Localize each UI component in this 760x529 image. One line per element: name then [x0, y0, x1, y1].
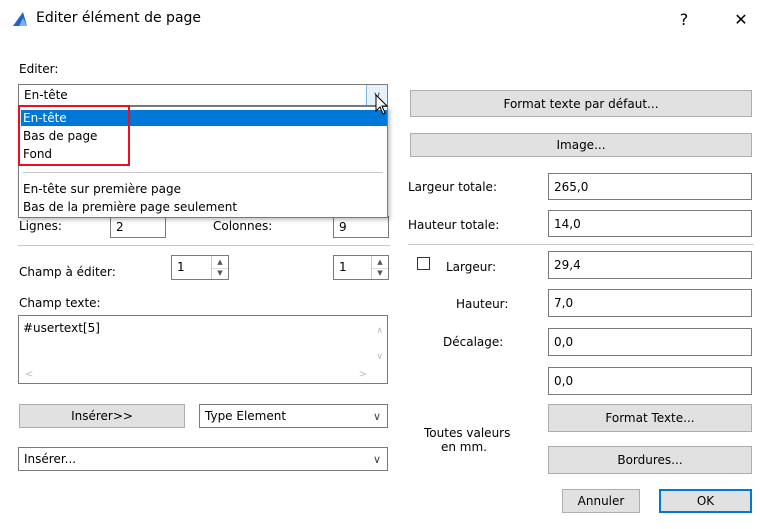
right-divider	[408, 244, 754, 245]
lignes-label: Lignes:	[19, 219, 62, 233]
spinner-2-value: 1	[339, 260, 347, 274]
inserer-select-value: Insérer...	[24, 452, 77, 466]
colonnes-input[interactable]: 9	[333, 216, 389, 238]
help-button[interactable]: ?	[670, 6, 698, 34]
app-icon	[13, 12, 27, 26]
champ-editer-spinner-2[interactable]: 1 ▲ ▼	[333, 255, 389, 280]
image-button[interactable]: Image...	[410, 133, 752, 157]
scroll-down-icon[interactable]: ∨	[376, 352, 383, 362]
editer-select-value: En-tête	[24, 88, 68, 102]
scroll-left-icon[interactable]: <	[25, 369, 33, 380]
dropdown-item-bas-premiere[interactable]: Bas de la première page seulement	[21, 199, 237, 215]
mouse-cursor-icon	[375, 94, 389, 115]
champ-texte-value: #usertext[5]	[23, 321, 100, 335]
spinner-down-icon[interactable]: ▼	[212, 268, 228, 280]
spinner-1-arrows: ▲ ▼	[211, 256, 228, 279]
decalage-label: Décalage:	[443, 335, 504, 349]
spinner-1-value: 1	[177, 260, 185, 274]
champ-editer-label: Champ à éditer:	[19, 265, 116, 279]
left-divider	[18, 245, 390, 246]
hauteur-totale-input[interactable]: 14,0	[548, 210, 752, 237]
colonnes-label: Colonnes:	[213, 219, 273, 233]
annuler-button[interactable]: Annuler	[562, 489, 640, 513]
dropdown-separator	[23, 172, 383, 173]
spinner-down-icon[interactable]: ▼	[372, 268, 388, 280]
chevron-down-icon: ∨	[372, 452, 382, 466]
type-element-select[interactable]: Type Element ∨	[199, 404, 388, 428]
chevron-down-icon: ∨	[372, 409, 382, 423]
champ-editer-spinner-1[interactable]: 1 ▲ ▼	[171, 255, 229, 280]
scroll-right-icon[interactable]: >	[359, 369, 367, 380]
lignes-input[interactable]: 2	[110, 216, 166, 238]
units-note-line1: Toutes valeurs	[424, 426, 511, 440]
ok-button[interactable]: OK	[659, 489, 752, 513]
window-title: Editer élément de page	[36, 10, 202, 26]
champ-texte-textarea[interactable]: #usertext[5] ∧ ∨ < >	[18, 315, 388, 384]
largeur-totale-label: Largeur totale:	[408, 180, 497, 194]
close-icon[interactable]: ✕	[727, 6, 755, 34]
dropdown-item-en-tete-premiere[interactable]: En-tête sur première page	[21, 181, 181, 197]
units-note-line2: en mm.	[441, 440, 487, 454]
scroll-up-icon[interactable]: ∧	[376, 326, 383, 336]
inserer-button[interactable]: Insérer>>	[19, 404, 185, 428]
editer-label: Editer:	[19, 62, 59, 76]
inserer-select[interactable]: Insérer... ∨	[18, 447, 388, 471]
type-element-value: Type Element	[205, 409, 287, 423]
hauteur-input[interactable]: 7,0	[548, 289, 752, 317]
bordures-button[interactable]: Bordures...	[548, 446, 752, 474]
largeur-checkbox[interactable]	[417, 257, 430, 270]
extra-value-input[interactable]: 0,0	[548, 367, 752, 395]
hauteur-label: Hauteur:	[456, 297, 509, 311]
largeur-input[interactable]: 29,4	[548, 251, 752, 279]
editer-select[interactable]: En-tête ∨	[18, 84, 388, 106]
highlight-box	[18, 105, 130, 166]
largeur-totale-input[interactable]: 265,0	[548, 173, 752, 200]
hauteur-totale-label: Hauteur totale:	[408, 218, 500, 232]
format-defaut-button[interactable]: Format texte par défaut...	[410, 90, 752, 117]
spinner-2-arrows: ▲ ▼	[371, 256, 388, 279]
decalage-input[interactable]: 0,0	[548, 328, 752, 356]
largeur-label: Largeur:	[446, 260, 497, 274]
champ-texte-label: Champ texte:	[19, 296, 101, 310]
format-texte-button[interactable]: Format Texte...	[548, 404, 752, 432]
